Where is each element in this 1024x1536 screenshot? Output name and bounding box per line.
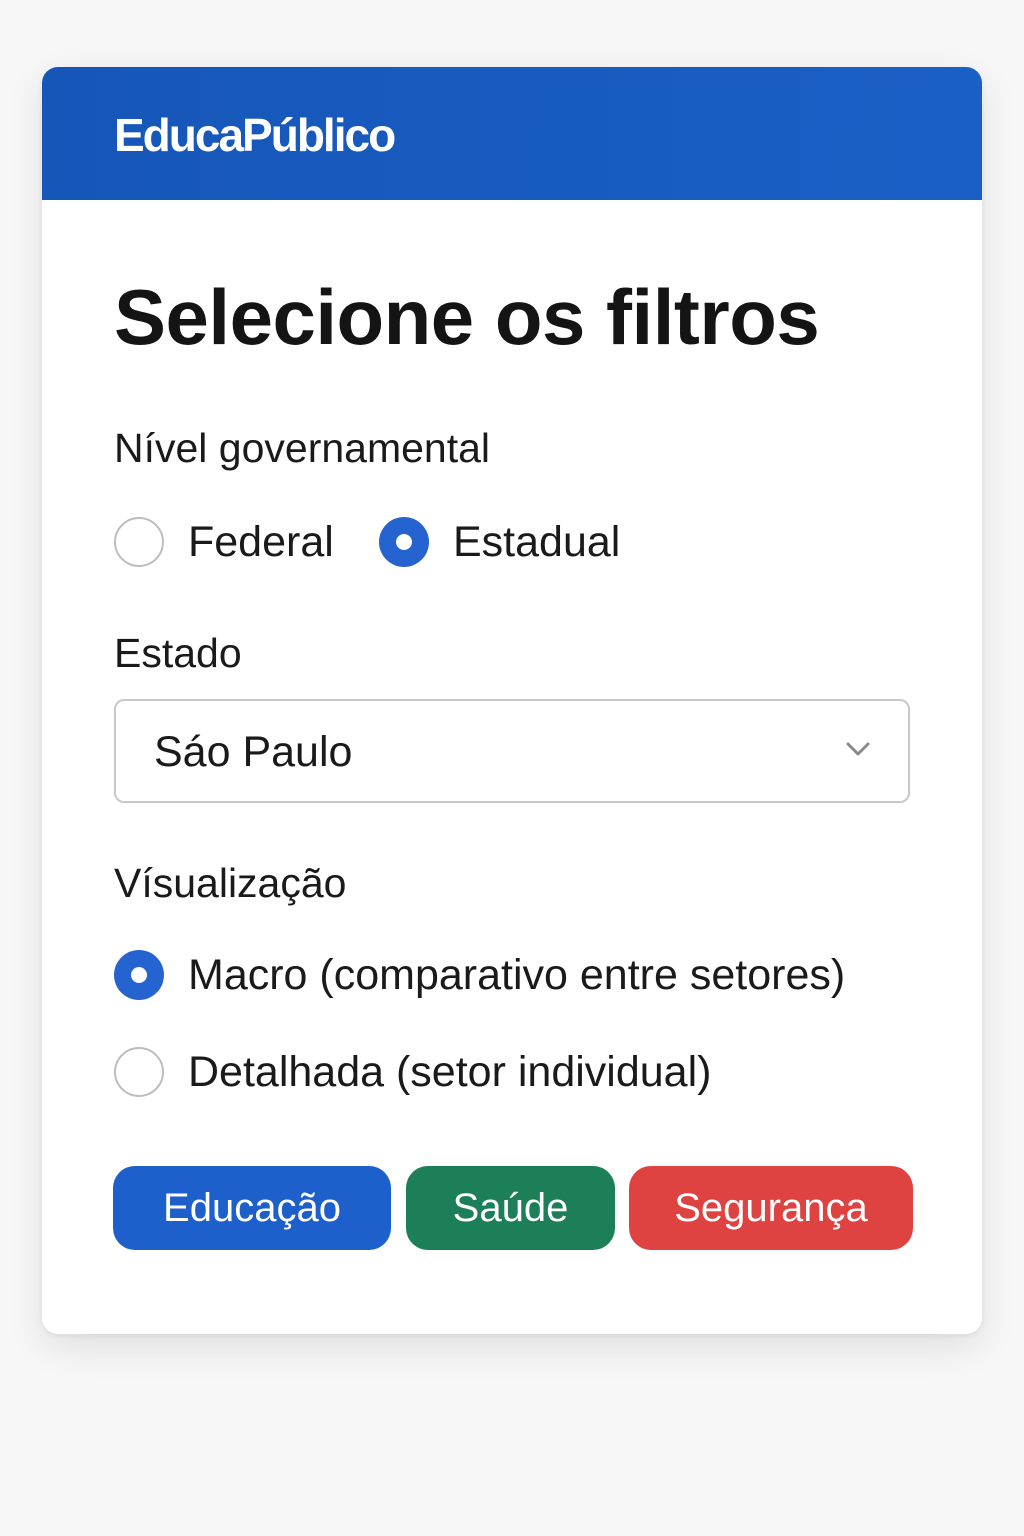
- radio-federal-label[interactable]: Federal: [188, 517, 334, 567]
- radio-federal-indicator[interactable]: [114, 517, 164, 567]
- page-title: Selecione os filtros: [114, 273, 820, 361]
- visualizacao-label: Vísualização: [114, 860, 347, 906]
- estado-select-value[interactable]: Sáo Paulo: [154, 727, 352, 777]
- nivel-governamental-label: Nível governamental: [114, 425, 491, 471]
- radio-federal[interactable]: Federal: [114, 517, 334, 567]
- radio-estadual-indicator[interactable]: [379, 517, 429, 567]
- radio-macro-indicator[interactable]: [114, 950, 164, 1000]
- estado-select[interactable]: Sáo Paulo: [114, 699, 910, 803]
- sector-saude-button[interactable]: Saúde: [406, 1166, 615, 1250]
- radio-macro[interactable]: Macro (comparativo entre setores): [114, 950, 845, 1000]
- brand-logo[interactable]: EducaPúblico: [114, 107, 396, 163]
- app-header: EducaPúblico: [42, 67, 982, 200]
- radio-detalhada-indicator[interactable]: [114, 1047, 164, 1097]
- radio-macro-label[interactable]: Macro (comparativo entre setores): [188, 950, 845, 1000]
- estado-label: Estado: [114, 630, 242, 676]
- filters-card: EducaPúblico Selecione os filtros Nível …: [42, 67, 982, 1334]
- radio-detalhada-label[interactable]: Detalhada (setor individual): [188, 1047, 711, 1097]
- sector-educacao-button[interactable]: Educação: [113, 1166, 391, 1250]
- chevron-down-icon[interactable]: [844, 735, 872, 763]
- sector-seguranca-button[interactable]: Segurança: [629, 1166, 913, 1250]
- radio-estadual[interactable]: Estadual: [379, 517, 620, 567]
- radio-detalhada[interactable]: Detalhada (setor individual): [114, 1047, 711, 1097]
- radio-estadual-label[interactable]: Estadual: [453, 517, 620, 567]
